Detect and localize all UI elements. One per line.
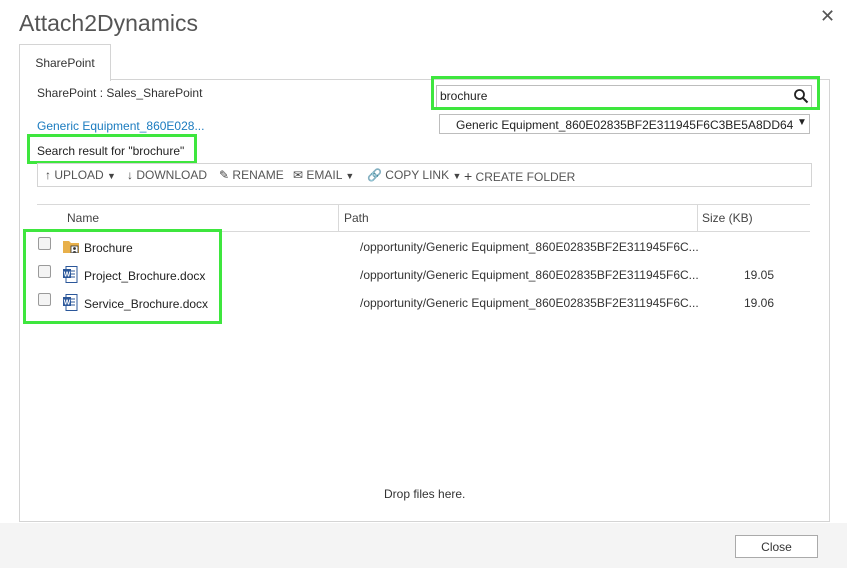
email-button[interactable]: ✉ EMAIL ▼ [293, 168, 354, 182]
column-separator [338, 205, 339, 231]
link-icon: 🔗 [367, 168, 382, 182]
row-path: /opportunity/Generic Equipment_860E02835… [360, 240, 699, 254]
download-label: DOWNLOAD [136, 168, 208, 182]
column-header-path[interactable]: Path [344, 211, 369, 225]
caret-down-icon: ▼ [107, 171, 116, 181]
column-header-name[interactable]: Name [67, 211, 99, 225]
column-header-size[interactable]: Size (KB) [702, 211, 753, 225]
caret-down-icon: ▼ [345, 171, 355, 181]
rename-button[interactable]: ✎ RENAME [219, 168, 284, 182]
rename-label: RENAME [232, 168, 284, 182]
row-path: /opportunity/Generic Equipment_860E02835… [360, 296, 699, 310]
folder-breadcrumb-link[interactable]: Generic Equipment_860E028... [37, 119, 204, 133]
dialog-title: Attach2Dynamics [19, 10, 198, 36]
arrow-up-icon: ↑ [45, 168, 51, 182]
create-folder-button[interactable]: + CREATE FOLDER [464, 168, 575, 184]
plus-icon: + [464, 168, 473, 184]
caret-down-icon: ▼ [452, 171, 462, 181]
chevron-down-icon[interactable]: ▼ [797, 117, 807, 128]
row-size: 19.05 [744, 268, 775, 282]
sharepoint-site-label: SharePoint : Sales_SharePoint [37, 86, 203, 100]
row-size: 19.06 [744, 296, 775, 310]
copy-link-button[interactable]: 🔗 COPY LINK ▼ [367, 168, 461, 182]
library-select[interactable]: Generic Equipment_860E02835BF2E311945F6C… [439, 114, 810, 134]
dialog-footer [0, 523, 847, 568]
close-button[interactable]: Close [735, 535, 818, 558]
download-button[interactable]: ↓ DOWNLOAD [127, 168, 207, 182]
arrow-down-icon: ↓ [127, 168, 133, 182]
tab-sharepoint[interactable]: SharePoint [19, 44, 111, 81]
create-folder-label: CREATE FOLDER [475, 170, 576, 184]
upload-label: UPLOAD [54, 168, 104, 182]
results-highlight-box [23, 229, 222, 324]
table-header-top-border [37, 204, 810, 205]
envelope-icon: ✉ [293, 168, 304, 182]
column-separator [697, 205, 698, 231]
pencil-icon: ✎ [219, 168, 230, 182]
row-path: /opportunity/Generic Equipment_860E02835… [360, 268, 699, 282]
email-label: EMAIL [306, 168, 342, 182]
copy-link-label: COPY LINK [385, 168, 450, 182]
drop-zone-hint: Drop files here. [384, 487, 466, 501]
upload-button[interactable]: ↑ UPLOAD ▼ [45, 168, 116, 182]
close-icon[interactable]: ✕ [820, 6, 835, 27]
search-highlight-box [431, 76, 820, 110]
search-result-highlight-box [27, 134, 197, 164]
